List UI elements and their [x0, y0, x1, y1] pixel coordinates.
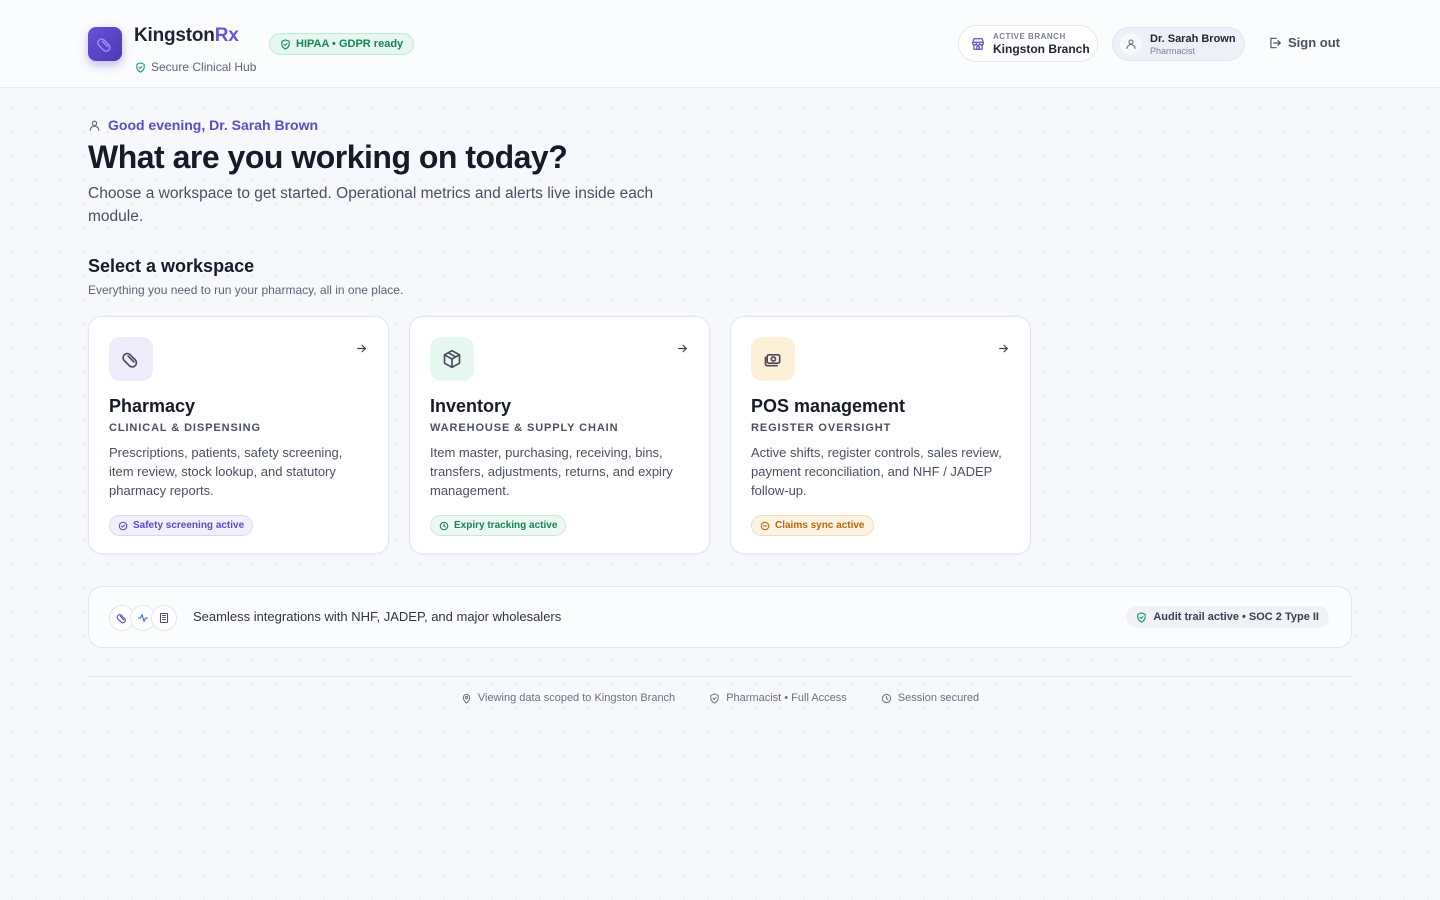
- pill-icon: [121, 349, 141, 369]
- clock-icon: [439, 521, 449, 531]
- map-pin-icon: [461, 693, 472, 704]
- top-header: KingstonRx Secure Clinical Hub HIPAA • G…: [0, 0, 1440, 88]
- activity-icon: [137, 612, 149, 624]
- clock-icon: [881, 693, 892, 704]
- brand-subtitle: Secure Clinical Hub: [135, 60, 256, 74]
- pill-icon: [116, 612, 128, 624]
- integration-icons: [109, 605, 177, 631]
- arrow-right-icon: [355, 342, 368, 355]
- card-icon-box: [109, 337, 153, 381]
- workspace-card-inventory[interactable]: Inventory WAREHOUSE & SUPPLY CHAIN Item …: [409, 316, 710, 554]
- sign-out-button[interactable]: Sign out: [1268, 35, 1340, 50]
- card-category: WAREHOUSE & SUPPLY CHAIN: [430, 422, 619, 434]
- card-title: Inventory: [430, 396, 512, 416]
- log-out-icon: [1268, 36, 1282, 50]
- audit-badge: Audit trail active • SOC 2 Type II: [1126, 606, 1329, 628]
- card-title: Pharmacy: [109, 396, 196, 416]
- footer: Viewing data scoped to Kingston Branch P…: [0, 692, 1440, 704]
- integrations-text: Seamless integrations with NHF, JADEP, a…: [193, 609, 562, 624]
- shield-check-icon: [135, 61, 146, 73]
- pill-logo-icon: [96, 35, 114, 53]
- integrations-banner: Seamless integrations with NHF, JADEP, a…: [88, 586, 1352, 648]
- store-icon: [971, 37, 985, 51]
- check-circle-icon: [760, 521, 770, 531]
- section-title: Select a workspace: [88, 256, 255, 276]
- avatar: [1120, 33, 1142, 55]
- branch-label: ACTIVE BRANCH: [993, 31, 1066, 41]
- card-category: CLINICAL & DISPENSING: [109, 422, 261, 434]
- shield-check-icon: [280, 38, 291, 50]
- user-role: Pharmacist: [1150, 45, 1196, 56]
- card-icon-box: [430, 337, 474, 381]
- card-description: Item master, purchasing, receiving, bins…: [430, 445, 673, 498]
- status-badge: Safety screening active: [109, 515, 254, 536]
- shield-icon: [709, 692, 720, 704]
- footer-session: Session secured: [881, 692, 979, 704]
- integration-icon: [151, 605, 177, 631]
- cash-register-icon: [763, 349, 783, 369]
- active-branch-selector[interactable]: ACTIVE BRANCH Kingston Branch: [958, 25, 1098, 62]
- app-logo[interactable]: [88, 27, 122, 61]
- workspace-card-pos-management[interactable]: POS management REGISTER OVERSIGHT Active…: [730, 316, 1031, 554]
- section-subtitle: Everything you need to run your pharmacy…: [88, 283, 404, 297]
- card-description: Active shifts, register controls, sales …: [751, 445, 1002, 498]
- status-badge: Claims sync active: [751, 515, 874, 536]
- page-title: What are you working on today?: [88, 139, 568, 175]
- branch-name: Kingston Branch: [993, 41, 1090, 56]
- user-name: Dr. Sarah Brown: [1150, 32, 1236, 45]
- check-circle-icon: [118, 521, 128, 531]
- compliance-badge: HIPAA • GDPR ready: [269, 33, 415, 55]
- card-category: REGISTER OVERSIGHT: [751, 422, 892, 434]
- building-icon: [158, 612, 170, 624]
- user-profile[interactable]: Dr. Sarah Brown Pharmacist: [1112, 27, 1245, 61]
- status-badge: Expiry tracking active: [430, 515, 567, 536]
- arrow-right-icon: [676, 342, 689, 355]
- user-icon: [1125, 38, 1137, 50]
- shield-check-icon: [1136, 611, 1147, 623]
- package-icon: [442, 349, 462, 369]
- footer-divider: [88, 676, 1352, 677]
- card-icon-box: [751, 337, 795, 381]
- footer-scope: Viewing data scoped to Kingston Branch: [461, 692, 675, 704]
- footer-access: Pharmacist • Full Access: [709, 692, 847, 704]
- brand-name: KingstonRx: [134, 25, 239, 46]
- page-subtitle: Choose a workspace to get started. Opera…: [88, 185, 654, 225]
- user-icon: [88, 119, 101, 132]
- card-description: Prescriptions, patients, safety screenin…: [109, 445, 343, 498]
- card-title: POS management: [751, 396, 906, 416]
- greeting: Good evening, Dr. Sarah Brown: [88, 117, 318, 133]
- arrow-right-icon: [997, 342, 1010, 355]
- workspace-card-pharmacy[interactable]: Pharmacy CLINICAL & DISPENSING Prescript…: [88, 316, 389, 554]
